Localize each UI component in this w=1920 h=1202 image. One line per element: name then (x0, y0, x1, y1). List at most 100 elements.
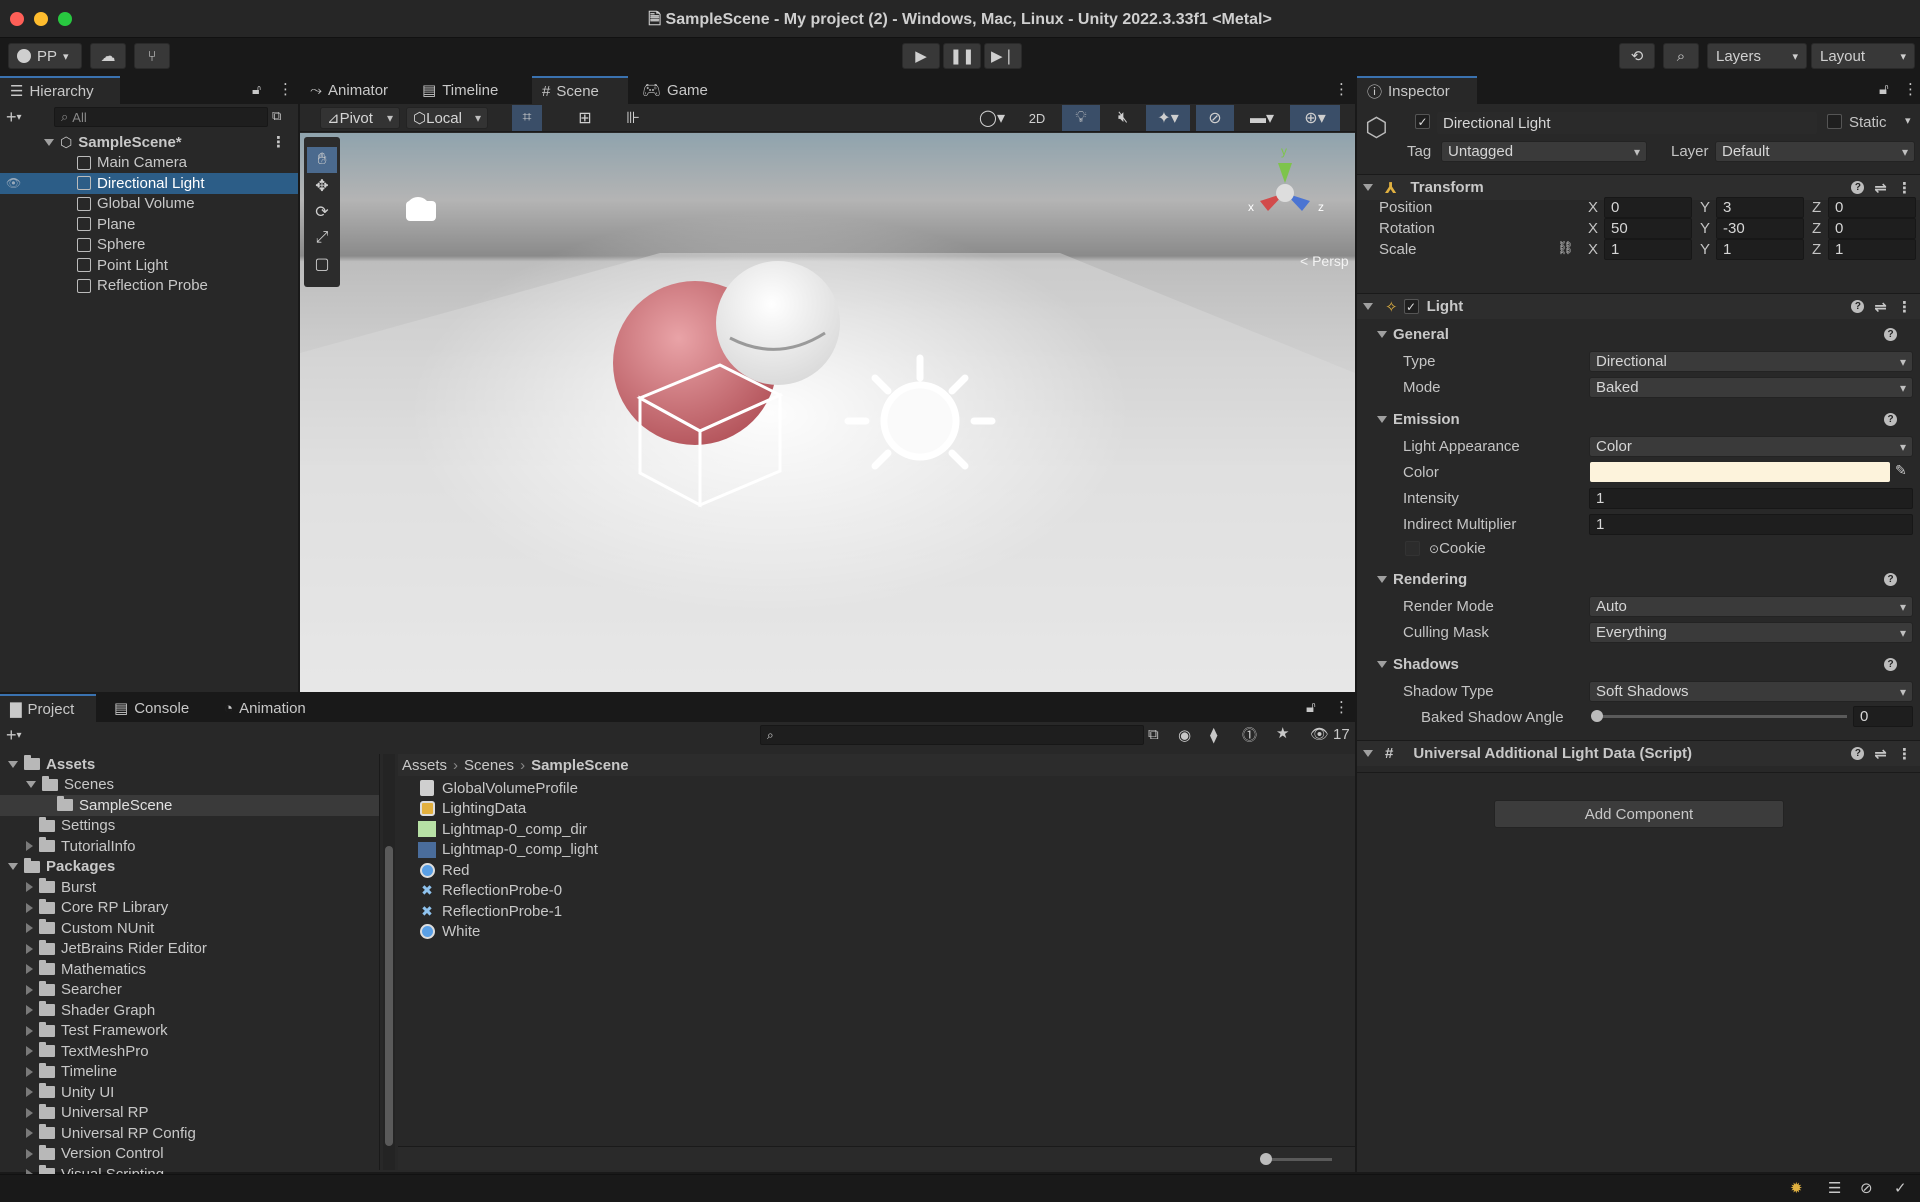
kebab-menu-icon[interactable]: ⋮ (1334, 80, 1349, 98)
axis-y-label[interactable]: Y (1700, 241, 1710, 258)
intensity-field[interactable]: 1 (1589, 488, 1913, 509)
gizmos-dropdown[interactable]: ⊕▾ (1290, 105, 1340, 131)
folder-item-timeline[interactable]: Timeline (0, 1062, 379, 1083)
folder-item-scenes[interactable]: Scenes (0, 775, 379, 796)
folder-item-samplescene[interactable]: SampleScene (0, 795, 379, 816)
search-button[interactable]: ⌕ (1663, 43, 1699, 69)
folder-item-version-control[interactable]: Version Control (0, 1144, 379, 1165)
shadows-section[interactable]: Shadows? (1377, 653, 1917, 675)
folder-item-shader-graph[interactable]: Shader Graph (0, 1000, 379, 1021)
version-control-button[interactable]: ⑂ (134, 43, 170, 69)
collapse-arrow-icon[interactable] (26, 1046, 33, 1057)
orientation-gizmo[interactable]: y x z (1230, 143, 1340, 233)
create-button[interactable]: + ▾ (6, 106, 38, 128)
collapse-arrow-icon[interactable] (26, 1107, 33, 1118)
baked-shadow-angle-slider[interactable] (1597, 715, 1847, 718)
favorite-star-icon[interactable]: ★ (1276, 724, 1289, 742)
file-item-lightingdata[interactable]: LightingData (418, 799, 1355, 820)
add-component-button[interactable]: Add Component (1494, 800, 1784, 828)
folder-item-test-framework[interactable]: Test Framework (0, 1021, 379, 1042)
emission-section[interactable]: Emission? (1377, 408, 1917, 430)
file-item-lightmap-0-comp-dir[interactable]: Lightmap-0_comp_dir (418, 819, 1355, 840)
help-icon[interactable]: ? (1884, 412, 1897, 426)
hidden-packages-count[interactable]: 👁︎ 17 (1310, 725, 1350, 744)
file-item-reflectionprobe-0[interactable]: ✖ ReflectionProbe-0 (418, 881, 1355, 902)
lighting-toggle[interactable]: 💡︎ (1062, 105, 1100, 131)
position-y-field[interactable]: 3 (1716, 197, 1804, 218)
active-checkbox[interactable]: ✓ (1415, 114, 1430, 129)
search-scope-icon[interactable]: ⧉ (1148, 726, 1159, 743)
breadcrumb-scenes[interactable]: Scenes (464, 757, 514, 774)
account-dropdown[interactable]: PP ▾ (8, 43, 82, 69)
rotation-x-field[interactable]: 50 (1604, 218, 1692, 239)
audio-toggle[interactable]: 🔇︎ (1106, 105, 1140, 131)
script-component-header[interactable]: # Universal Additional Light Data (Scrip… (1357, 740, 1920, 766)
hierarchy-item-directional-light[interactable]: 👁︎ Directional Light (0, 173, 298, 194)
status-check-icon[interactable]: ✓ (1894, 1179, 1907, 1197)
rotate-tool[interactable]: ⟳ (307, 199, 337, 225)
collapse-arrow-icon[interactable] (26, 943, 33, 954)
folder-item-textmeshpro[interactable]: TextMeshPro (0, 1041, 379, 1062)
preset-icon[interactable]: ⇌ (1874, 745, 1887, 763)
axis-x-label[interactable]: X (1588, 241, 1598, 258)
hierarchy-item-global-volume[interactable]: Global Volume (0, 194, 298, 215)
file-item-red[interactable]: Red (418, 860, 1355, 881)
rotation-z-field[interactable]: 0 (1828, 218, 1916, 239)
layer-dropdown[interactable]: Default (1715, 141, 1915, 162)
folder-item-custom-nunit[interactable]: Custom NUnit (0, 918, 379, 939)
projection-toggle[interactable]: < Persp (1300, 253, 1349, 269)
axis-z-label[interactable]: Z (1812, 220, 1821, 237)
rotation-y-field[interactable]: -30 (1716, 218, 1804, 239)
folder-item-searcher[interactable]: Searcher (0, 980, 379, 1001)
collapse-arrow-icon[interactable] (26, 1087, 33, 1098)
file-item-reflectionprobe-1[interactable]: ✖ ReflectionProbe-1 (418, 901, 1355, 922)
tab-timeline[interactable]: ▤ Timeline (412, 76, 522, 104)
lock-icon[interactable]: 🔓︎ (1879, 81, 1889, 98)
chevron-down-icon[interactable]: ▾ (1905, 114, 1911, 127)
effects-dropdown[interactable]: ✦▾ (1146, 105, 1190, 131)
draw-mode-dropdown[interactable]: ◯▾ (972, 105, 1012, 131)
hierarchy-item-point-light[interactable]: Point Light (0, 255, 298, 276)
hierarchy-item-main-camera[interactable]: Main Camera (0, 153, 298, 174)
icon-size-slider-thumb[interactable] (1260, 1153, 1272, 1165)
tab-animator[interactable]: ⤳ Animator (300, 76, 410, 104)
tag-dropdown[interactable]: Untagged (1441, 141, 1647, 162)
light-appearance-dropdown[interactable]: Color (1589, 436, 1913, 457)
hidden-objects-toggle[interactable]: ⊘ (1196, 105, 1234, 131)
general-section[interactable]: General? (1377, 323, 1917, 345)
baked-shadow-angle-field[interactable]: 0 (1853, 706, 1913, 727)
rect-tool[interactable]: ▢ (307, 251, 337, 277)
increment-snap-toggle[interactable]: ⊪ (618, 105, 648, 131)
axis-y-label[interactable]: Y (1700, 199, 1710, 216)
hierarchy-item-reflection-probe[interactable]: Reflection Probe (0, 276, 298, 297)
tab-animation[interactable]: ◔ Animation (214, 694, 324, 722)
local-dropdown[interactable]: ⬡Local (406, 107, 488, 129)
pivot-dropdown[interactable]: ⊿Pivot (320, 107, 400, 129)
folder-item-jetbrains-rider-editor[interactable]: JetBrains Rider Editor (0, 939, 379, 960)
hand-tool[interactable]: ✋︎ (307, 147, 337, 173)
tab-hierarchy[interactable]: ☰ Hierarchy (0, 76, 120, 104)
project-search-input[interactable]: ⌕ (760, 725, 1144, 745)
folder-item-core-rp-library[interactable]: Core RP Library (0, 898, 379, 919)
cloud-button[interactable]: ☁ (90, 43, 126, 69)
move-tool[interactable]: ✥ (307, 173, 337, 199)
collapse-arrow-icon[interactable] (26, 1148, 33, 1159)
collapse-arrow-icon[interactable] (26, 1005, 33, 1016)
help-icon[interactable]: ? (1884, 327, 1897, 341)
light-enabled-checkbox[interactable]: ✓ (1403, 299, 1419, 314)
axis-x-label[interactable]: X (1588, 199, 1598, 216)
render-mode-dropdown[interactable]: Auto (1589, 596, 1913, 617)
camera-dropdown[interactable]: ▬▾ (1240, 105, 1284, 131)
scene-visibility-icon[interactable]: ⧉ (272, 108, 281, 124)
expand-arrow-icon[interactable] (26, 781, 36, 789)
hierarchy-search-input[interactable]: ⌕ All (54, 107, 268, 127)
pause-button[interactable]: ❚❚ (943, 43, 981, 69)
collapse-arrow-icon[interactable] (26, 841, 33, 852)
grid-toggle[interactable]: ⊞ (570, 105, 600, 131)
help-icon[interactable]: ? (1851, 747, 1865, 760)
lighting-bake-icon[interactable]: ✹ (1790, 1179, 1803, 1197)
type-filter-icon[interactable]: ◉ (1178, 726, 1191, 744)
rendering-section[interactable]: Rendering? (1377, 568, 1917, 590)
layout-dropdown[interactable]: Layout ▾ (1811, 43, 1915, 69)
culling-mask-dropdown[interactable]: Everything (1589, 622, 1913, 643)
